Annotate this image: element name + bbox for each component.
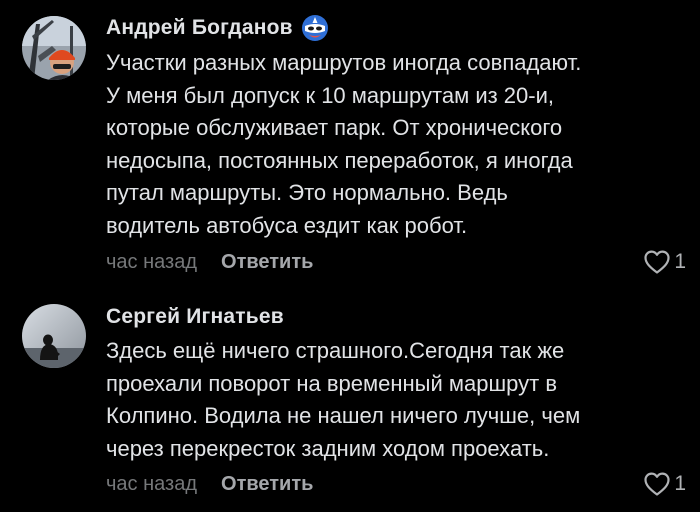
reply-button[interactable]: Ответить <box>221 251 313 274</box>
like-button[interactable]: 1 <box>643 469 686 499</box>
author-name[interactable]: Сергей Игнатьев <box>106 305 284 329</box>
avatar[interactable] <box>22 304 86 368</box>
comment-time: час назад <box>106 250 198 273</box>
author-name[interactable]: Андрей Богданов <box>106 16 293 40</box>
avatar[interactable] <box>22 16 86 80</box>
like-count: 1 <box>674 250 686 273</box>
author-row: Сергей Игнатьев <box>106 300 284 334</box>
author-row: Андрей Богданов <box>106 11 329 45</box>
comment-text: Здесь ещё ничего страшного.Сегодня так ж… <box>106 338 581 461</box>
reply-button[interactable]: Ответить <box>221 473 313 496</box>
captain-shield-mask-icon <box>301 14 329 42</box>
comment-item: Андрей Богданов Участки разных маршрутов… <box>0 0 700 290</box>
heart-icon <box>643 471 671 497</box>
like-count: 1 <box>674 472 686 495</box>
comment-meta: час назад Ответить <box>106 247 313 277</box>
like-button[interactable]: 1 <box>643 247 686 277</box>
heart-icon <box>643 249 671 275</box>
comment-meta: час назад Ответить <box>106 469 313 499</box>
comment-time: час назад <box>106 472 198 495</box>
comment-text: Участки разных маршрутов иногда совпадаю… <box>106 50 582 238</box>
comment-item: Сергей Игнатьев Здесь ещё ничего страшно… <box>0 290 700 512</box>
